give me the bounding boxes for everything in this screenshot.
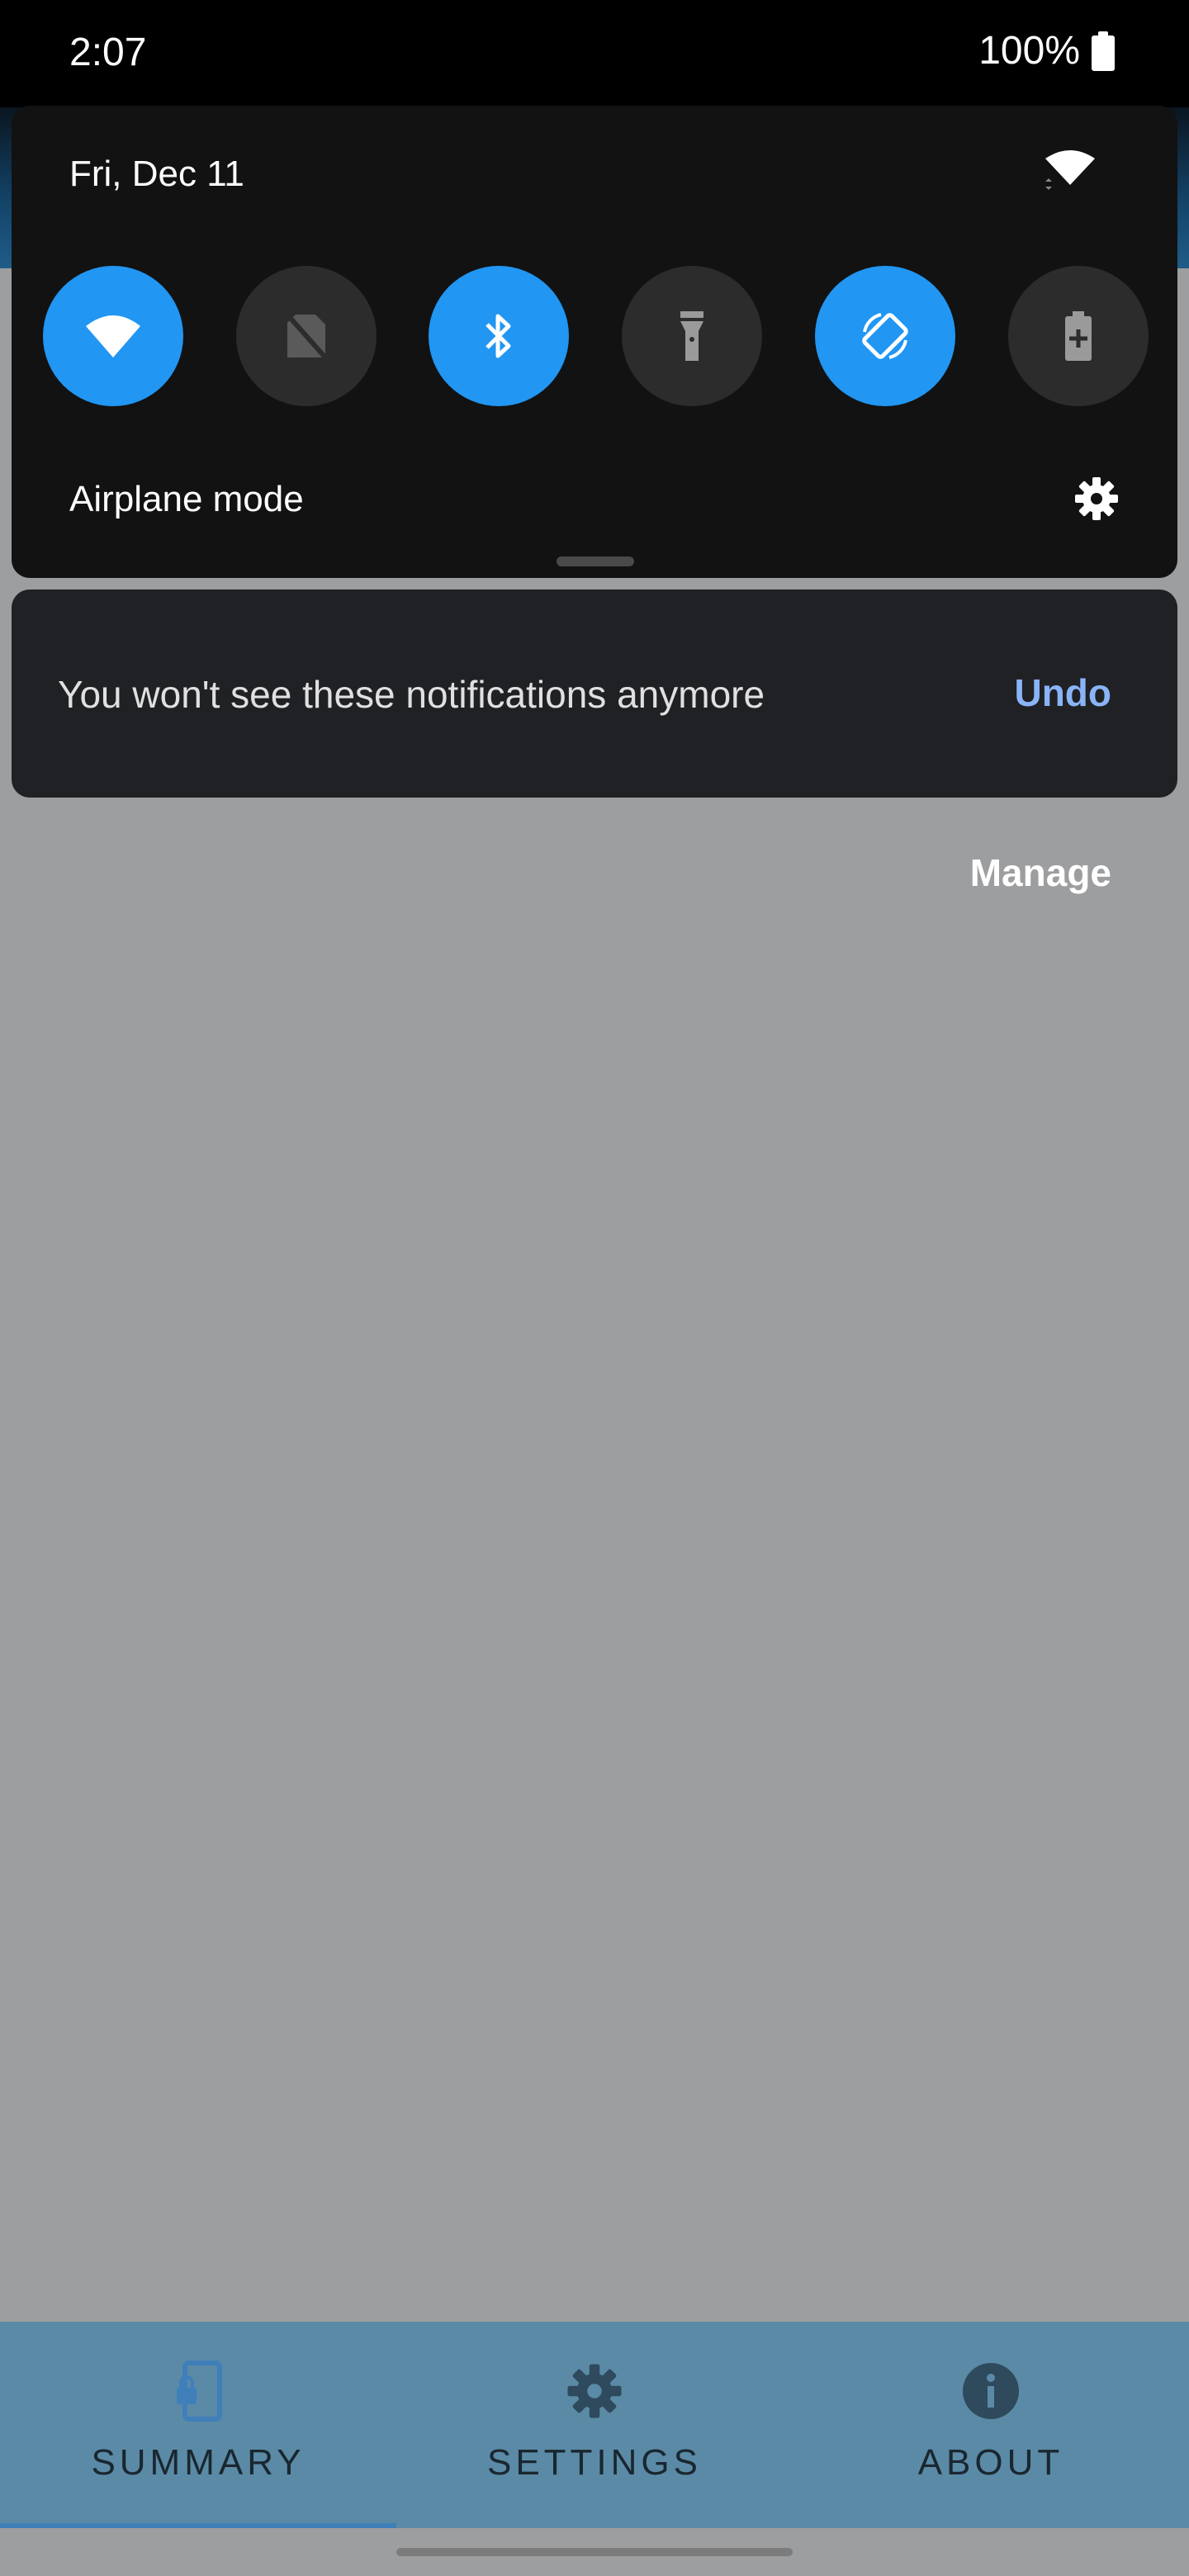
flashlight-icon bbox=[680, 311, 703, 361]
nav-label-about: ABOUT bbox=[917, 2442, 1064, 2483]
info-icon bbox=[963, 2363, 1019, 2419]
status-right: 100% bbox=[978, 28, 1115, 73]
tile-auto-rotate[interactable] bbox=[815, 266, 955, 406]
nav-label-settings: SETTINGS bbox=[486, 2442, 703, 2483]
quick-settings-tiles bbox=[43, 266, 1149, 406]
panel-drag-handle[interactable] bbox=[557, 556, 634, 566]
settings-gear-icon[interactable] bbox=[1073, 476, 1120, 522]
status-bar: 2:07 100% bbox=[0, 0, 1189, 107]
tile-sim[interactable] bbox=[236, 266, 377, 406]
gesture-navigation-bar[interactable] bbox=[396, 2548, 793, 2556]
auto-rotate-icon bbox=[862, 313, 908, 359]
quick-settings-panel: Fri, Dec 11 Airplane mode bbox=[12, 106, 1177, 578]
status-time: 2:07 bbox=[69, 31, 147, 74]
wifi-signal-icon bbox=[1045, 150, 1095, 190]
manage-button[interactable]: Manage bbox=[970, 850, 1111, 895]
battery-icon bbox=[1092, 31, 1115, 71]
nav-item-settings[interactable]: SETTINGS bbox=[396, 2322, 793, 2528]
phone-lock-icon bbox=[177, 2361, 222, 2422]
qs-date: Fri, Dec 11 bbox=[69, 154, 244, 194]
battery-saver-icon bbox=[1065, 311, 1092, 361]
tile-flashlight[interactable] bbox=[622, 266, 762, 406]
tile-battery-saver[interactable] bbox=[1008, 266, 1149, 406]
nav-label-summary: SUMMARY bbox=[91, 2442, 306, 2483]
notification-message: You won't see these notifications anymor… bbox=[58, 673, 765, 716]
nav-item-about[interactable]: ABOUT bbox=[793, 2322, 1189, 2528]
battery-percent: 100% bbox=[978, 29, 1080, 73]
notification-card: You won't see these notifications anymor… bbox=[12, 590, 1177, 798]
wifi-icon bbox=[86, 315, 140, 358]
bluetooth-icon bbox=[486, 314, 511, 358]
tile-bluetooth[interactable] bbox=[429, 266, 569, 406]
nav-item-summary[interactable]: SUMMARY bbox=[0, 2322, 396, 2528]
gear-icon bbox=[567, 2364, 622, 2418]
bottom-navigation: SUMMARY SETTINGS ABOUT bbox=[0, 2322, 1189, 2528]
tile-wifi[interactable] bbox=[43, 266, 183, 406]
qs-tile-label: Airplane mode bbox=[69, 479, 304, 519]
no-sim-icon bbox=[285, 313, 328, 359]
undo-button[interactable]: Undo bbox=[1014, 670, 1111, 715]
